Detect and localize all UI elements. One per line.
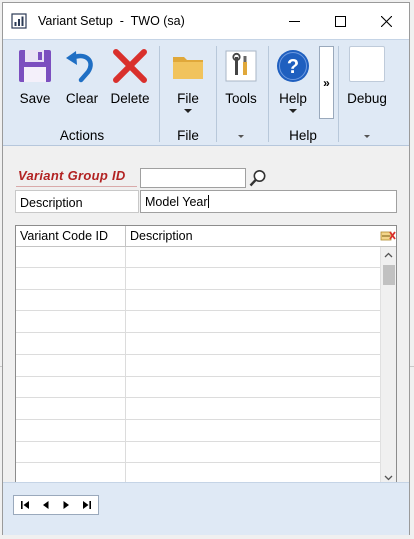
help-button[interactable]: ? Help [270, 45, 316, 115]
debug-group-expand-icon[interactable] [364, 135, 370, 138]
save-label: Save [19, 91, 51, 106]
file-group-label: File [177, 128, 199, 143]
table-row[interactable] [16, 247, 380, 268]
save-icon [19, 50, 51, 82]
column-header-variant-code-id[interactable]: Variant Code ID [20, 229, 108, 243]
delete-x-icon [113, 49, 147, 83]
chevron-down-icon [184, 109, 192, 113]
text-cursor [207, 195, 209, 208]
variant-codes-grid: Variant Code ID Description [15, 225, 397, 489]
tools-label: Tools [225, 91, 257, 106]
ribbon-separator [338, 46, 339, 142]
lookup-icon[interactable] [248, 168, 268, 188]
delete-row-icon[interactable] [380, 228, 396, 244]
table-row[interactable] [16, 377, 380, 399]
first-record-icon[interactable] [18, 498, 34, 512]
variant-group-id-input[interactable] [140, 168, 246, 188]
svg-text:?: ? [287, 56, 299, 78]
close-button[interactable] [363, 3, 409, 39]
app-icon [11, 13, 27, 29]
chevron-down-icon [289, 109, 297, 113]
help-label: Help [279, 91, 307, 106]
table-row[interactable] [16, 312, 380, 334]
variant-group-id-label: Variant Group ID [18, 168, 126, 183]
ribbon-separator [216, 46, 217, 142]
table-row[interactable] [16, 356, 380, 377]
variant-setup-window: Variant Setup - TWO (sa) Save Clear Dele… [2, 2, 410, 535]
window-title: Variant Setup - TWO (sa) [38, 14, 185, 28]
required-underline [16, 186, 137, 187]
minimize-icon [289, 21, 300, 22]
previous-record-icon[interactable] [38, 498, 54, 512]
table-row[interactable] [16, 399, 380, 420]
grid-body [16, 247, 380, 488]
help-icon: ? [277, 50, 309, 82]
clear-label: Clear [65, 91, 99, 106]
maximize-button[interactable] [317, 3, 363, 39]
last-record-icon[interactable] [78, 498, 94, 512]
ribbon-separator [159, 46, 160, 142]
form-area: Variant Group ID Description Model Year … [3, 146, 409, 489]
scroll-up-icon[interactable] [384, 252, 393, 258]
debug-label: Debug [347, 91, 387, 106]
description-input[interactable]: Model Year [140, 190, 397, 213]
table-row[interactable] [16, 290, 380, 312]
save-button[interactable]: Save [9, 45, 61, 115]
help-group-label: Help [289, 128, 317, 143]
description-label: Description [15, 190, 139, 213]
grid-header: Variant Code ID Description [16, 226, 396, 247]
column-divider [125, 226, 126, 246]
tools-icon [225, 50, 257, 82]
ribbon: Save Clear Delete File Tools ? Help » De… [3, 39, 409, 146]
record-navigation [13, 495, 99, 515]
table-row[interactable] [16, 334, 380, 355]
folder-icon [173, 57, 203, 79]
close-icon [381, 16, 392, 27]
delete-label: Delete [110, 91, 150, 106]
actions-group-label: Actions [59, 128, 105, 143]
scrollbar-thumb[interactable] [383, 265, 395, 285]
background-edge [410, 366, 414, 367]
scroll-down-icon[interactable] [384, 475, 393, 481]
ribbon-overflow-button[interactable]: » [319, 46, 334, 119]
record-navigation-strip [3, 482, 409, 535]
table-row[interactable] [16, 269, 380, 290]
vertical-scrollbar[interactable] [380, 247, 396, 488]
column-header-description[interactable]: Description [130, 229, 193, 243]
table-row[interactable] [16, 421, 380, 442]
file-label: File [177, 91, 199, 106]
tools-group-expand-icon[interactable] [238, 135, 244, 138]
clear-button[interactable]: Clear [59, 45, 105, 115]
next-record-icon[interactable] [58, 498, 74, 512]
file-button[interactable]: File [165, 45, 211, 115]
maximize-icon [335, 16, 346, 27]
undo-icon [66, 51, 93, 83]
description-value: Model Year [145, 195, 208, 209]
table-row[interactable] [16, 442, 380, 464]
debug-icon [349, 46, 385, 82]
tools-button[interactable]: Tools [218, 45, 264, 115]
delete-button[interactable]: Delete [105, 45, 155, 115]
minimize-button[interactable] [271, 3, 317, 39]
title-bar: Variant Setup - TWO (sa) [3, 3, 409, 39]
column-divider [125, 247, 126, 488]
